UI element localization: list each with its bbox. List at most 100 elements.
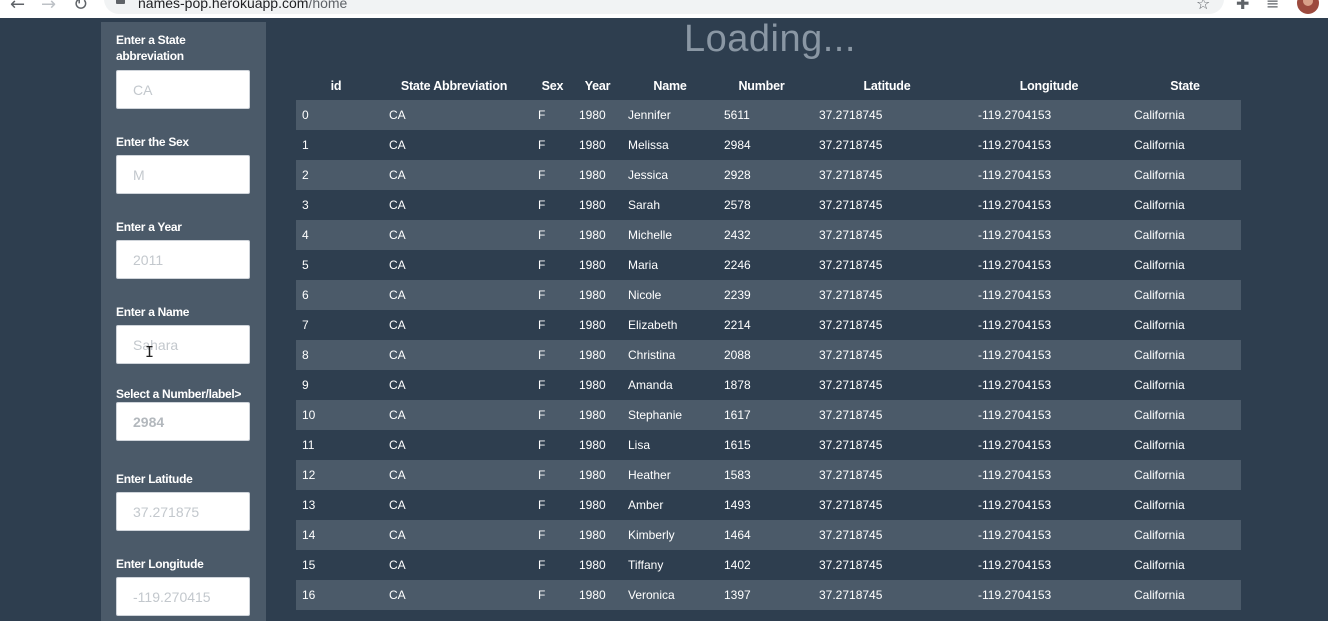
name-input[interactable] (116, 325, 250, 364)
table-cell-id: 15 (296, 550, 376, 580)
table-cell-state-abbreviation: CA (376, 580, 532, 610)
table-cell-sex: F (532, 340, 573, 370)
table-row[interactable]: 15 CA F 1980 Tiffany 1402 37.2718745 -119.27041… (296, 550, 1241, 580)
number-select[interactable] (116, 402, 250, 441)
table-cell-id: 3 (296, 190, 376, 220)
table-cell-longitude: -119.2704153 (969, 100, 1129, 130)
loading-heading: Loading... (684, 18, 856, 60)
table-cell-sex: F (532, 580, 573, 610)
table-cell-state: California (1129, 400, 1241, 430)
table-cell-state-abbreviation: CA (376, 550, 532, 580)
table-cell-year: 1980 (573, 250, 622, 280)
table-cell-id: 1 (296, 130, 376, 160)
state-input[interactable] (116, 70, 250, 109)
table-cell-longitude: -119.2704153 (969, 220, 1129, 250)
table-row[interactable]: 9 CA F 1980 Amanda 1878 37.2718745 -119.2704153… (296, 370, 1241, 400)
table-cell-id: 12 (296, 460, 376, 490)
table-row[interactable]: 11 CA F 1980 Lisa 1615 37.2718745 -119.2704153 C… (296, 430, 1241, 460)
table-cell-year: 1980 (573, 190, 622, 220)
year-label: Enter a Year (116, 220, 182, 234)
table-cell-name: Amanda (622, 370, 718, 400)
latitude-label: Enter Latitude (116, 472, 193, 486)
table-cell-name: Lisa (622, 430, 718, 460)
table-cell-state-abbreviation: CA (376, 430, 532, 460)
table-row[interactable]: 7 CA F 1980 Elizabeth 2214 37.2718745 -119.2704… (296, 310, 1241, 340)
table-cell-longitude: -119.2704153 (969, 280, 1129, 310)
table-cell-state: California (1129, 100, 1241, 130)
names-table: id State Abbreviation Sex Year Name Number Lat… (296, 72, 1241, 610)
table-cell-latitude: 37.2718745 (805, 370, 969, 400)
arrow-left-icon[interactable]: ← (10, 0, 25, 15)
table-cell-sex: F (532, 250, 573, 280)
reload-icon[interactable]: ↻ (73, 0, 88, 15)
table-cell-number: 1878 (718, 370, 805, 400)
table-cell-id: 4 (296, 220, 376, 250)
table-cell-year: 1980 (573, 460, 622, 490)
table-row[interactable]: 4 CA F 1980 Michelle 2432 37.2718745 -119.27041… (296, 220, 1241, 250)
table-cell-state: California (1129, 520, 1241, 550)
table-row[interactable]: 16 CA F 1980 Veronica 1397 37.2718745 -119.2704… (296, 580, 1241, 610)
table-cell-name: Sarah (622, 190, 718, 220)
table-cell-year: 1980 (573, 340, 622, 370)
url-host: names-pop.herokuapp.com (138, 0, 309, 11)
table-cell-name: Melissa (622, 130, 718, 160)
address-url[interactable]: names-pop.herokuapp.com/home (138, 0, 347, 11)
profile-avatar[interactable] (1297, 0, 1319, 14)
table-cell-number: 2239 (718, 280, 805, 310)
table-cell-year: 1980 (573, 520, 622, 550)
sex-label: Enter the Sex (116, 135, 189, 149)
table-cell-id: 14 (296, 520, 376, 550)
column-header-id: id (330, 79, 342, 93)
table-cell-state: California (1129, 280, 1241, 310)
table-cell-state-abbreviation: CA (376, 100, 532, 130)
table-cell-year: 1980 (573, 400, 622, 430)
table-cell-sex: F (532, 430, 573, 460)
arrow-right-icon[interactable]: → (41, 0, 56, 15)
table-cell-longitude: -119.2704153 (969, 370, 1129, 400)
lock-icon (116, 0, 125, 4)
table-cell-longitude: -119.2704153 (969, 520, 1129, 550)
table-row[interactable]: 13 CA F 1980 Amber 1493 37.2718745 -119.2704153… (296, 490, 1241, 520)
table-row[interactable]: 12 CA F 1980 Heather 1583 37.2718745 -119.27041… (296, 460, 1241, 490)
table-cell-latitude: 37.2718745 (805, 160, 969, 190)
table-row[interactable]: 6 CA F 1980 Nicole 2239 37.2718745 -119.2704153… (296, 280, 1241, 310)
table-row[interactable]: 0 CA F 1980 Jennifer 5611 37.2718745 -119.27041… (296, 100, 1241, 130)
table-cell-state-abbreviation: CA (376, 280, 532, 310)
table-cell-latitude: 37.2718745 (805, 130, 969, 160)
table-cell-state: California (1129, 340, 1241, 370)
table-cell-sex: F (532, 370, 573, 400)
table-cell-year: 1980 (573, 220, 622, 250)
table-cell-number: 2214 (718, 310, 805, 340)
table-row[interactable]: 2 CA F 1980 Jessica 2928 37.2718745 -119.270415… (296, 160, 1241, 190)
table-cell-number: 2578 (718, 190, 805, 220)
sex-input[interactable] (116, 155, 250, 194)
table-cell-sex: F (532, 490, 573, 520)
table-cell-name: Veronica (622, 580, 718, 610)
media-queue-icon[interactable]: ≡ (1266, 0, 1279, 13)
table-cell-state-abbreviation: CA (376, 520, 532, 550)
table-cell-year: 1980 (573, 580, 622, 610)
table-cell-latitude: 37.2718745 (805, 100, 969, 130)
table-cell-state-abbreviation: CA (376, 460, 532, 490)
table-cell-longitude: -119.2704153 (969, 490, 1129, 520)
table-cell-state: California (1129, 310, 1241, 340)
table-row[interactable]: 8 CA F 1980 Christina 2088 37.2718745 -119.2704… (296, 340, 1241, 370)
table-cell-name: Jennifer (622, 100, 718, 130)
table-row[interactable]: 5 CA F 1980 Maria 2246 37.2718745 -119.2704153 C… (296, 250, 1241, 280)
table-row[interactable]: 1 CA F 1980 Melissa 2984 37.2718745 -119.270415… (296, 130, 1241, 160)
table-cell-year: 1980 (573, 370, 622, 400)
star-icon[interactable]: ☆ (1196, 0, 1210, 13)
table-cell-id: 13 (296, 490, 376, 520)
year-input[interactable] (116, 240, 250, 279)
table-cell-id: 11 (296, 430, 376, 460)
table-cell-year: 1980 (573, 130, 622, 160)
table-row[interactable]: 14 CA F 1980 Kimberly 1464 37.2718745 -119.2704… (296, 520, 1241, 550)
longitude-input[interactable] (116, 577, 250, 616)
table-row[interactable]: 10 CA F 1980 Stephanie 1617 37.2718745 -119.270… (296, 400, 1241, 430)
table-row[interactable]: 3 CA F 1980 Sarah 2578 37.2718745 -119.2704153 C… (296, 190, 1241, 220)
extensions-puzzle-icon[interactable]: ✚ (1236, 0, 1249, 13)
table-cell-id: 10 (296, 400, 376, 430)
table-cell-year: 1980 (573, 310, 622, 340)
latitude-input[interactable] (116, 492, 250, 531)
table-cell-sex: F (532, 130, 573, 160)
